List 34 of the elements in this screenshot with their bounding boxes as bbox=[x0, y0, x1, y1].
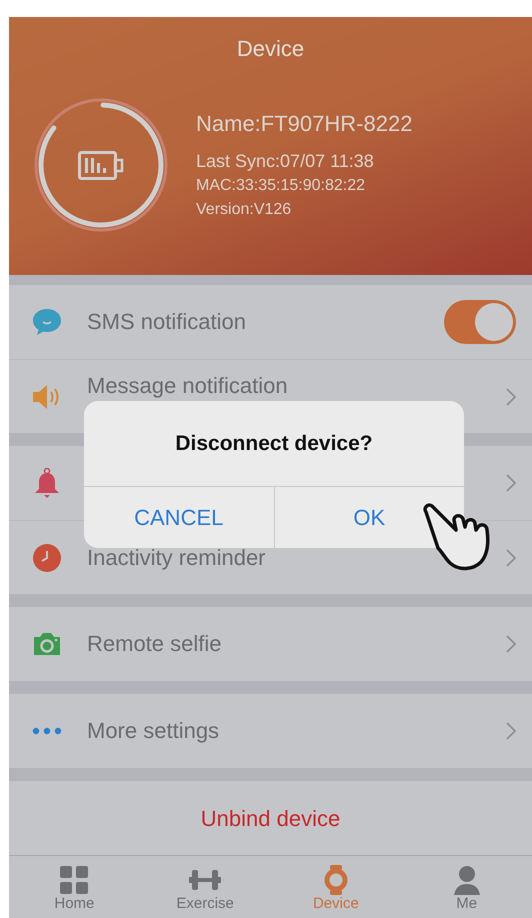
chevron-right-icon bbox=[506, 474, 516, 492]
toggle-switch[interactable] bbox=[444, 300, 516, 344]
setting-label: Remote selfie bbox=[87, 631, 222, 657]
watch-icon bbox=[324, 865, 348, 895]
device-name: Name:FT907HR-8222 bbox=[196, 110, 412, 138]
battery-icon bbox=[78, 151, 124, 180]
tab[interactable]: Exercise bbox=[140, 856, 270, 918]
tab[interactable]: Device bbox=[270, 856, 402, 918]
settings-row[interactable]: Remote selfie bbox=[9, 607, 532, 681]
chevron-right-icon bbox=[506, 635, 516, 653]
dialog-title: Disconnect device? bbox=[174, 430, 374, 457]
page-title: Device bbox=[236, 35, 306, 63]
version-text: Version:V126 bbox=[196, 200, 292, 220]
setting-label: SMS notification bbox=[87, 309, 246, 335]
mac-address-text: MAC:33:35:15:90:82:22 bbox=[196, 176, 366, 196]
more-dots-icon bbox=[32, 727, 62, 735]
unbind-device-button[interactable]: Unbind device bbox=[9, 781, 532, 855]
setting-label: More settings bbox=[87, 718, 220, 744]
chevron-right-icon bbox=[506, 722, 516, 740]
camera-icon bbox=[32, 631, 62, 657]
bell-icon bbox=[33, 468, 61, 498]
chat-bubble-icon bbox=[32, 308, 62, 336]
person-icon bbox=[452, 865, 481, 895]
grid-icon bbox=[60, 866, 88, 894]
setting-label: Message notification bbox=[87, 372, 288, 398]
chevron-right-icon bbox=[506, 548, 516, 566]
settings-row[interactable]: SMS notification bbox=[9, 285, 532, 359]
tab[interactable]: Me bbox=[401, 856, 532, 918]
clock-icon bbox=[32, 542, 62, 572]
settings-row[interactable]: More settings bbox=[9, 694, 532, 768]
chevron-right-icon bbox=[506, 388, 516, 406]
dumbbell-icon bbox=[189, 867, 222, 893]
last-sync-text: Last Sync:07/07 11:38 bbox=[196, 150, 375, 172]
tab[interactable]: Home bbox=[9, 856, 140, 918]
